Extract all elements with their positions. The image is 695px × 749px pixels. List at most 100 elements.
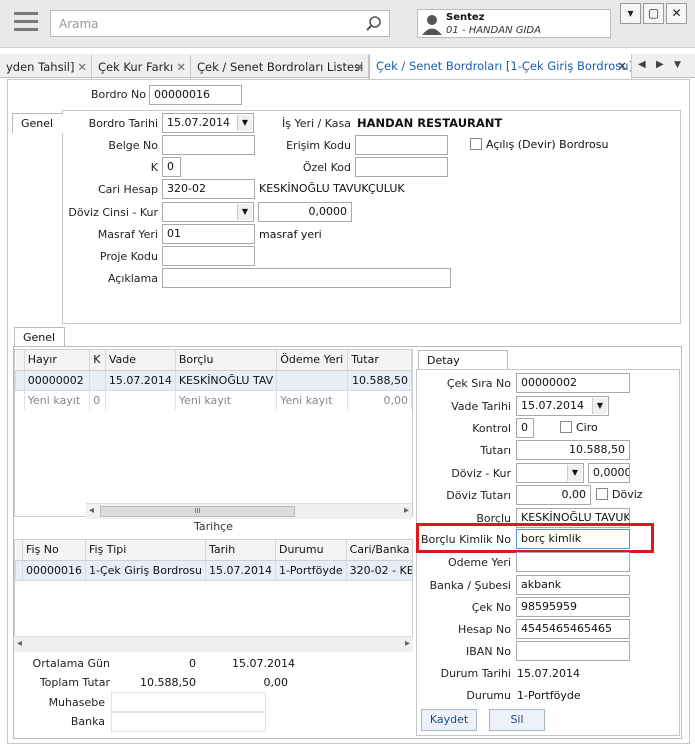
- table-row[interactable]: 00000002 15.07.2014 KESKİNOĞLU TAV 10.58…: [15, 369, 412, 391]
- tab-next-icon[interactable]: ▶: [656, 59, 664, 70]
- tutar-field[interactable]: 10.588,50: [516, 440, 630, 460]
- cell-tutar[interactable]: 10.588,50: [347, 369, 412, 391]
- cek-no-field[interactable]: 98595959: [516, 597, 630, 617]
- cell-borclu[interactable]: KESKİNOĞLU TAV: [174, 369, 278, 391]
- scroll-thumb[interactable]: III: [100, 506, 295, 517]
- ozel-kod-field[interactable]: [355, 157, 448, 177]
- cari-hesap-field[interactable]: 320-02: [162, 179, 255, 199]
- col-cari-banka[interactable]: Cari/Banka: [346, 540, 412, 561]
- close-icon[interactable]: ✕: [617, 54, 627, 78]
- close-icon[interactable]: ✕: [354, 55, 364, 79]
- cell-k[interactable]: 0: [89, 390, 106, 410]
- col-vade[interactable]: Vade: [105, 350, 176, 371]
- cell-tarih[interactable]: 15.07.2014: [204, 559, 276, 581]
- close-window-button[interactable]: ✕: [666, 3, 687, 24]
- cek-sira-field[interactable]: 00000002: [516, 373, 630, 393]
- chevron-down-icon[interactable]: ▼: [237, 115, 252, 131]
- kur-field[interactable]: 0,0000: [258, 202, 352, 222]
- chevron-down-icon[interactable]: ▼: [592, 398, 607, 414]
- tab-cek-kur-farki[interactable]: Çek Kur Farkı ✕: [92, 55, 191, 79]
- search-icon[interactable]: [365, 15, 383, 33]
- cell-hayir[interactable]: Yeni kayıt: [24, 390, 91, 410]
- doviz-kur-label: Döviz - Kur: [451, 467, 511, 480]
- ciro-checkbox[interactable]: [560, 421, 572, 433]
- banka-sube-field[interactable]: akbank: [516, 575, 630, 595]
- col-odeme-yeri[interactable]: Ödeme Yeri: [276, 350, 349, 371]
- tab-detay-bilgiler[interactable]: Detay Bilgiler: [418, 350, 508, 380]
- tab-menu-icon[interactable]: ▼: [674, 60, 681, 70]
- col-durumu[interactable]: Durumu: [275, 540, 347, 561]
- doviz-kur-field[interactable]: 0,0000: [588, 463, 630, 483]
- cell-fis-tipi[interactable]: 1-Çek Giriş Bordrosu: [85, 559, 206, 581]
- table-row[interactable]: 00000016 1-Çek Giriş Bordrosu 15.07.2014…: [15, 559, 412, 581]
- cell-k[interactable]: [89, 369, 106, 391]
- kaydet-button[interactable]: Kaydet: [421, 709, 477, 731]
- col-tutar[interactable]: Tutar: [347, 350, 412, 371]
- scroll-right-icon[interactable]: ▸: [405, 638, 410, 649]
- proje-field[interactable]: [162, 246, 255, 266]
- history-hscrollbar[interactable]: ◂ ▸: [14, 636, 413, 652]
- hesap-no-field[interactable]: 4545465465465: [516, 619, 630, 639]
- bordro-tarihi-field[interactable]: 15.07.2014 ▼: [162, 113, 254, 133]
- close-icon[interactable]: ✕: [176, 55, 186, 79]
- masraf-field[interactable]: 01: [162, 224, 255, 244]
- col-borclu[interactable]: Borçlu: [175, 350, 278, 371]
- col-fis-no[interactable]: Fiş No: [22, 540, 86, 561]
- tab-tahsil[interactable]: yden Tahsil] ✕: [0, 55, 92, 79]
- bordro-no-field[interactable]: 00000016: [149, 85, 242, 105]
- scroll-right-icon[interactable]: ▸: [404, 505, 409, 516]
- tab-label: Çek / Senet Bordroları [1-Çek Giriş Bord…: [376, 59, 632, 73]
- chevron-down-icon[interactable]: ▼: [237, 204, 252, 220]
- chevron-down-icon[interactable]: ▼: [567, 465, 582, 481]
- tab-bordrolar-listesi[interactable]: Çek / Senet Bordroları Listesi ✕: [191, 55, 369, 79]
- doviz-cinsi-field[interactable]: ▼: [516, 463, 584, 483]
- doviz-tutar-field[interactable]: 0,00: [516, 485, 591, 505]
- scroll-left-icon[interactable]: ◂: [89, 505, 94, 516]
- cell-cari-banka[interactable]: 320-02 - KESKİN: [345, 559, 412, 581]
- doviz-checkbox[interactable]: [596, 488, 608, 500]
- col-hayir[interactable]: Hayır: [24, 350, 91, 371]
- durum-tarihi-value: 15.07.2014: [517, 667, 580, 680]
- tab-genel-header[interactable]: Genel: [12, 113, 63, 133]
- col-fis-tipi[interactable]: Fiş Tipi: [85, 540, 206, 561]
- grid-hscrollbar[interactable]: ◂ III ▸: [86, 503, 412, 519]
- banka-label: Banka: [70, 715, 105, 728]
- scroll-left-icon[interactable]: ◂: [17, 638, 22, 649]
- kimlik-field[interactable]: borç kimlik: [516, 529, 630, 549]
- search-input[interactable]: Arama: [50, 10, 390, 37]
- aciklama-field[interactable]: [162, 268, 451, 288]
- maximize-button[interactable]: ▢: [643, 3, 664, 24]
- history-grid: Fiş No Fiş Tipi Tarih Durumu Cari/Banka …: [14, 539, 413, 649]
- minimize-button[interactable]: ▾: [620, 3, 641, 24]
- tab-cek-giris-bordrosu[interactable]: Çek / Senet Bordroları [1-Çek Giriş Bord…: [369, 54, 632, 79]
- tab-genel-lower[interactable]: Genel: [14, 327, 65, 347]
- k-field[interactable]: 0: [162, 157, 181, 177]
- table-row[interactable]: Yeni kayıt 0 Yeni kayıt Yeni kayıt 0,00: [15, 390, 412, 410]
- doviz-field[interactable]: ▼: [162, 202, 254, 222]
- col-tarih[interactable]: Tarih: [205, 540, 276, 561]
- tab-prev-icon[interactable]: ◀: [638, 59, 646, 70]
- cell-tutar[interactable]: 0,00: [347, 390, 412, 410]
- cell-odeme-yeri[interactable]: Yeni kayıt: [276, 390, 349, 410]
- cell-vade[interactable]: 15.07.2014: [104, 369, 176, 391]
- cell-borclu[interactable]: Yeni kayıt: [175, 390, 278, 410]
- user-box[interactable]: Sentez 01 - HANDAN GIDA: [417, 9, 611, 38]
- ortalama-date: 15.07.2014: [232, 657, 295, 670]
- vade-field[interactable]: 15.07.2014 ▼: [516, 396, 609, 416]
- cell-vade[interactable]: [105, 390, 176, 410]
- cell-odeme-yeri[interactable]: [276, 369, 349, 391]
- acilis-checkbox[interactable]: [470, 138, 482, 150]
- sil-button[interactable]: Sil: [489, 709, 545, 731]
- cell-fis-no[interactable]: 00000016: [22, 559, 86, 581]
- tab-label: yden Tahsil]: [6, 60, 75, 74]
- cell-durumu[interactable]: 1-Portföyde: [274, 559, 347, 581]
- close-icon[interactable]: ✕: [77, 55, 87, 79]
- col-k[interactable]: K: [89, 350, 106, 371]
- hamburger-menu-icon[interactable]: [14, 12, 38, 32]
- kontrol-field[interactable]: 0: [516, 418, 534, 438]
- belge-no-field[interactable]: [162, 135, 255, 155]
- erisim-kodu-field[interactable]: [355, 135, 448, 155]
- cell-hayir[interactable]: 00000002: [23, 369, 91, 391]
- odeme-field[interactable]: [516, 552, 630, 572]
- iban-field[interactable]: [516, 641, 630, 661]
